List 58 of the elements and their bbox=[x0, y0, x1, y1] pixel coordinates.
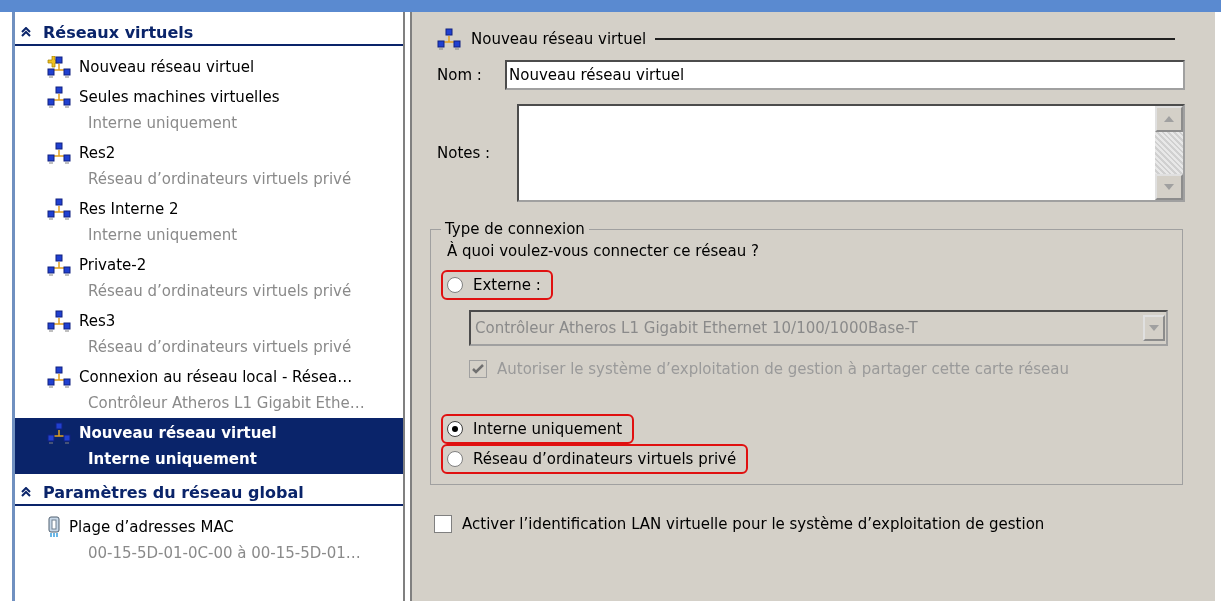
network-adapter-icon bbox=[46, 516, 62, 538]
item-detail: 00-15-5D-01-0C-00 à 00-15-5D-01… bbox=[87, 543, 362, 564]
item-name: Res Interne 2 bbox=[79, 200, 179, 218]
group-legend: Type de connexion bbox=[441, 220, 589, 238]
network-icon bbox=[46, 86, 72, 108]
collapse-icon[interactable] bbox=[21, 27, 31, 37]
notes-field[interactable] bbox=[517, 104, 1185, 202]
item-name: Connexion au réseau local - Résea… bbox=[79, 368, 353, 386]
section-title: Paramètres du réseau global bbox=[43, 482, 304, 502]
radio-button[interactable] bbox=[447, 421, 463, 437]
checkbox-label: Autoriser le système d’exploitation de gestion à partager cette carte réseau bbox=[497, 360, 1069, 378]
item-detail: Contrôleur Atheros L1 Gigabit Ethe… bbox=[87, 393, 366, 414]
item-detail: Réseau d’ordinateurs virtuels privé bbox=[87, 169, 353, 190]
item-detail: Réseau d’ordinateurs virtuels privé bbox=[87, 337, 353, 358]
item-name: Private-2 bbox=[79, 256, 147, 274]
item-name: Plage d’adresses MAC bbox=[69, 518, 234, 536]
radio-label: Réseau d’ordinateurs virtuels privé bbox=[473, 450, 737, 468]
notes-label: Notes : bbox=[436, 144, 492, 162]
section-title: Réseaux virtuels bbox=[43, 22, 194, 42]
panel-title: Nouveau réseau virtuel bbox=[471, 30, 647, 48]
network-icon bbox=[436, 28, 462, 50]
item-name: Seules machines virtuelles bbox=[79, 88, 280, 106]
name-label: Nom : bbox=[436, 66, 483, 84]
network-icon bbox=[46, 142, 72, 164]
section-header[interactable]: Réseaux virtuels bbox=[15, 20, 403, 46]
item-detail: Interne uniquement bbox=[87, 113, 239, 134]
name-field[interactable]: Nouveau réseau virtuel bbox=[505, 60, 1185, 90]
item-detail: Interne uniquement bbox=[87, 225, 239, 246]
network-list-item[interactable]: Res Interne 2 Interne uniquement bbox=[15, 194, 403, 250]
network-list-item[interactable]: Seules machines virtuelles Interne uniquement bbox=[15, 82, 403, 138]
network-icon bbox=[46, 366, 72, 388]
network-icon bbox=[46, 310, 72, 332]
collapse-icon[interactable] bbox=[21, 487, 31, 497]
network-list-item[interactable]: Res3 Réseau d’ordinateurs virtuels privé bbox=[15, 306, 403, 362]
item-name: Nouveau réseau virtuel bbox=[79, 58, 255, 76]
item-detail: Réseau d’ordinateurs virtuels privé bbox=[87, 281, 353, 302]
item-name: Nouveau réseau virtuel bbox=[79, 424, 277, 442]
radio-label: Interne uniquement bbox=[473, 420, 623, 438]
new-network-icon bbox=[46, 56, 72, 78]
network-list-item[interactable]: Res2 Réseau d’ordinateurs virtuels privé bbox=[15, 138, 403, 194]
network-icon bbox=[46, 422, 72, 444]
item-name: Res3 bbox=[79, 312, 116, 330]
network-list-item[interactable]: Private-2 Réseau d’ordinateurs virtuels privé bbox=[15, 250, 403, 306]
section-header[interactable]: Paramètres du réseau global bbox=[15, 480, 403, 506]
item-name: Res2 bbox=[79, 144, 116, 162]
radio-button[interactable] bbox=[447, 451, 463, 467]
network-list-item[interactable]: Plage d’adresses MAC 00-15-5D-01-0C-00 à 00-15-5D-01… bbox=[15, 512, 403, 568]
question-text: À quoi voulez-vous connecter ce réseau ? bbox=[447, 242, 760, 260]
checkbox-label: Activer l’identification LAN virtuelle pour le système d’exploitation de gestion bbox=[462, 515, 1045, 533]
network-icon bbox=[46, 198, 72, 220]
network-list-item[interactable]: Connexion au réseau local - Résea… Contrôleur Atheros L1 Gigabit Ethe… bbox=[15, 362, 403, 418]
network-list-item[interactable]: Nouveau réseau virtuel bbox=[15, 52, 403, 82]
radio-label: Externe : bbox=[473, 276, 541, 294]
network-list-item[interactable]: Nouveau réseau virtuel Interne uniquement bbox=[15, 418, 403, 474]
radio-button[interactable] bbox=[447, 277, 463, 293]
item-detail: Interne uniquement bbox=[87, 449, 258, 470]
network-icon bbox=[46, 254, 72, 276]
checkbox[interactable] bbox=[434, 515, 452, 533]
